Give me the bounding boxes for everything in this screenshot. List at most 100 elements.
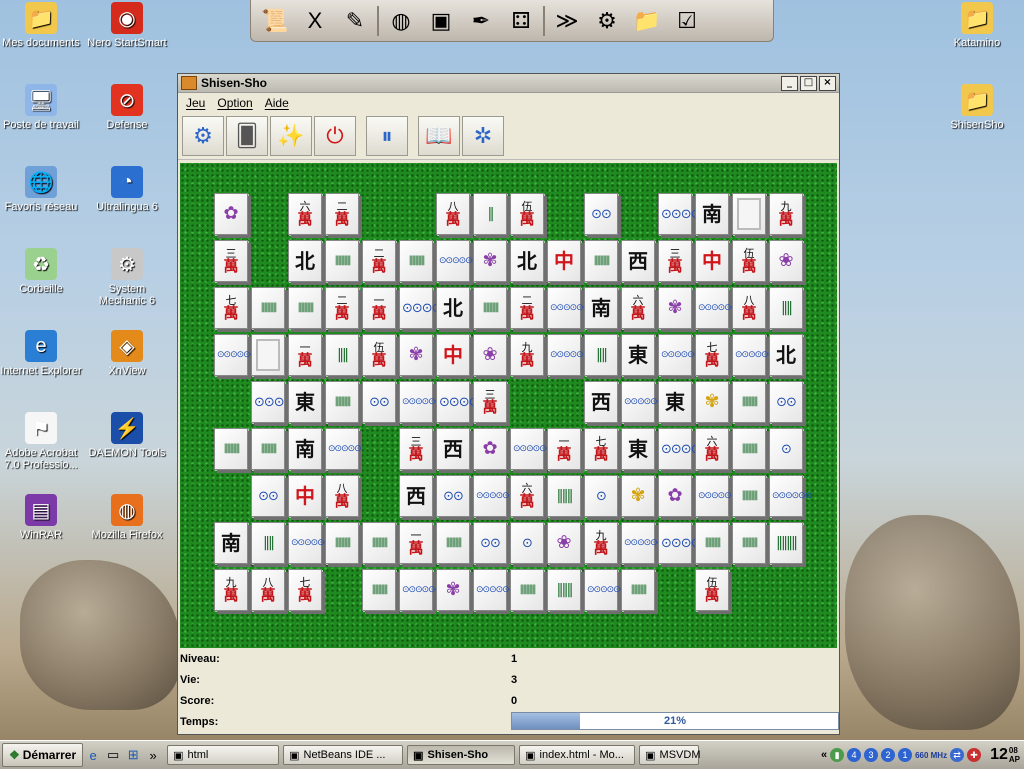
tile-character-9[interactable]: 九萬: [584, 522, 618, 564]
desktop-item[interactable]: 🌐 Favoris réseau: [0, 166, 82, 213]
tile-circle-4[interactable]: ⊙⊙⊙⊙: [658, 193, 702, 235]
tile-circle-7[interactable]: ⊙⊙⊙⊙⊙⊙⊙: [399, 569, 449, 611]
tile-circle-2[interactable]: ⊙⊙: [473, 522, 507, 564]
taskbar-item[interactable]: ▣ Shisen-Sho: [407, 745, 516, 765]
tile-wind-n[interactable]: 北: [510, 240, 544, 282]
tile-bamboo-9[interactable]: ‖‖‖‖‖: [436, 522, 470, 564]
box-icon[interactable]: ▣: [423, 4, 459, 38]
tile-character-7[interactable]: 七萬: [695, 334, 729, 376]
tile-bamboo-6[interactable]: ‖‖‖‖‖: [251, 428, 285, 470]
tile-bamboo-6[interactable]: ‖‖‖‖‖: [732, 381, 766, 423]
tile-character-3[interactable]: 三萬: [473, 381, 507, 423]
tile-wind-s[interactable]: 南: [584, 287, 618, 329]
tile-character-6[interactable]: 六萬: [288, 193, 322, 235]
quick-explorer-icon[interactable]: »: [143, 745, 163, 765]
tile-wind-s[interactable]: 南: [695, 193, 729, 235]
tile-bamboo-9[interactable]: ‖‖‖‖‖: [325, 240, 359, 282]
tile-flower[interactable]: ✾: [695, 381, 729, 423]
tile-wind-n[interactable]: 北: [288, 240, 322, 282]
tile-character-2[interactable]: 二萬: [325, 193, 359, 235]
tray-network-icon[interactable]: ⇄: [950, 748, 965, 762]
tile-circle-6[interactable]: ⊙⊙⊙⊙⊙⊙: [547, 287, 590, 329]
tile-flower[interactable]: ✿: [658, 475, 692, 517]
tile-circle-6[interactable]: ⊙⊙⊙⊙⊙⊙: [769, 475, 812, 517]
tile-red-dragon[interactable]: 中: [695, 240, 729, 282]
tile-circle-1[interactable]: ⊙: [510, 522, 544, 564]
tile-wind-w[interactable]: 西: [399, 475, 433, 517]
tile-character-2[interactable]: 二萬: [362, 240, 396, 282]
tile-bamboo-9[interactable]: ‖‖‖‖‖: [584, 240, 618, 282]
tile-wind-w[interactable]: 西: [621, 240, 655, 282]
tile-bamboo-6[interactable]: ‖‖‖‖‖: [288, 287, 322, 329]
tile-flower[interactable]: ✾: [473, 240, 507, 282]
tile-bamboo-9[interactable]: ‖‖‖‖‖: [473, 287, 507, 329]
tile-character-7[interactable]: 七萬: [584, 428, 618, 470]
tile-circle-2[interactable]: ⊙⊙: [436, 475, 470, 517]
help-book-button[interactable]: 📖: [418, 116, 460, 156]
maximize-button[interactable]: □: [800, 75, 817, 91]
tile-character-3[interactable]: 三萬: [214, 240, 248, 282]
tile-flower[interactable]: ✾: [436, 569, 470, 611]
desktop-item[interactable]: ⚙ System Mechanic 6: [86, 248, 168, 307]
firefox-icon[interactable]: ◍: [383, 4, 419, 38]
tile-character-6[interactable]: 六萬: [695, 428, 729, 470]
tile-flower[interactable]: ✿: [214, 193, 248, 235]
new-game-button[interactable]: 🂠: [226, 116, 268, 156]
desktop-item[interactable]: 📁 ShisenSho: [936, 84, 1018, 131]
tile-circle-5[interactable]: ⊙⊙⊙⊙⊙: [473, 475, 510, 517]
desktop-item[interactable]: ▤ WinRAR: [0, 494, 82, 541]
desktop-item[interactable]: ♻ Corbeille: [0, 248, 82, 295]
tile-character-1[interactable]: 一萬: [288, 334, 322, 376]
tile-bamboo-7[interactable]: ‖‖‖‖‖: [621, 569, 655, 611]
tile-bamboo-5[interactable]: ‖‖‖‖‖: [325, 522, 359, 564]
tile-bamboo-6[interactable]: ‖‖‖‖‖: [732, 428, 766, 470]
tile-circle-5[interactable]: ⊙⊙⊙⊙⊙: [547, 334, 584, 376]
taskbar-item[interactable]: ▣ MSVDM: [639, 745, 701, 765]
stop-button[interactable]: ⏻: [314, 116, 356, 156]
menu-aide[interactable]: Aide: [265, 96, 289, 110]
tile-flower[interactable]: ✾: [658, 287, 692, 329]
desktop-item[interactable]: 📁 Mes documents: [0, 2, 82, 49]
tile-character-6[interactable]: 六萬: [621, 287, 655, 329]
tile-circle-6[interactable]: ⊙⊙⊙⊙⊙⊙: [695, 287, 738, 329]
checklist-icon[interactable]: ☑: [669, 4, 705, 38]
tile-wind-s[interactable]: 南: [214, 522, 248, 564]
menu-jeu[interactable]: Jeu: [186, 96, 205, 110]
hint-wand-button[interactable]: ✨: [270, 116, 312, 156]
tray-desktop-2-icon[interactable]: 2: [881, 748, 896, 762]
tile-circle-6[interactable]: ⊙⊙⊙⊙⊙⊙: [473, 569, 516, 611]
tile-circle-6[interactable]: ⊙⊙⊙⊙⊙⊙: [288, 522, 331, 564]
tile-wind-n[interactable]: 北: [436, 287, 470, 329]
tile-bamboo-7[interactable]: ‖‖‖‖‖: [362, 522, 396, 564]
window-titlebar[interactable]: Shisen-Sho _ □ ×: [178, 74, 839, 93]
tile-bamboo-3[interactable]: ‖‖‖: [547, 475, 581, 517]
tile-character-3[interactable]: 三萬: [399, 428, 433, 470]
desktop-item[interactable]: e Internet Explorer: [0, 330, 82, 377]
tile-circle-7[interactable]: ⊙⊙⊙⊙⊙⊙⊙: [214, 334, 264, 376]
drawing-icon[interactable]: ✒: [463, 4, 499, 38]
desktop-item[interactable]: ◔ Ultralingua 6: [86, 166, 168, 213]
tile-circle-5[interactable]: ⊙⊙⊙⊙⊙: [695, 475, 732, 517]
taskbar-item[interactable]: ▣ html: [167, 745, 280, 765]
tile-bamboo-2[interactable]: ‖‖: [584, 334, 618, 376]
tile-white-dragon[interactable]: [251, 334, 285, 376]
clock[interactable]: 12 08 AP: [990, 746, 1020, 764]
tile-character-9[interactable]: 九萬: [510, 334, 544, 376]
tile-bamboo-6[interactable]: ‖‖‖‖‖: [362, 569, 396, 611]
tile-character-2[interactable]: 二萬: [325, 287, 359, 329]
close-button[interactable]: ×: [819, 75, 836, 91]
tile-bamboo-6[interactable]: ‖‖‖‖‖: [732, 522, 766, 564]
tile-flower[interactable]: ✾: [621, 475, 655, 517]
tile-circle-3[interactable]: ⊙⊙⊙: [251, 381, 285, 423]
tile-circle-9[interactable]: ⊙⊙⊙⊙⊙⊙⊙⊙⊙: [510, 428, 573, 470]
tile-bamboo-5[interactable]: ‖‖‖‖‖: [251, 287, 285, 329]
x-icon[interactable]: X: [297, 4, 333, 38]
tile-flower[interactable]: ❀: [769, 240, 803, 282]
tile-wind-s[interactable]: 南: [288, 428, 322, 470]
desktop-item[interactable]: ◍ Mozilla Firefox: [86, 494, 168, 541]
tile-bamboo-2[interactable]: ‖‖: [325, 334, 359, 376]
tile-character-8[interactable]: 八萬: [251, 569, 285, 611]
tray-desktop-4-icon[interactable]: 4: [847, 748, 862, 762]
tile-circle-4[interactable]: ⊙⊙⊙⊙: [658, 428, 702, 470]
tile-bamboo-9[interactable]: ‖‖‖‖‖: [732, 475, 766, 517]
